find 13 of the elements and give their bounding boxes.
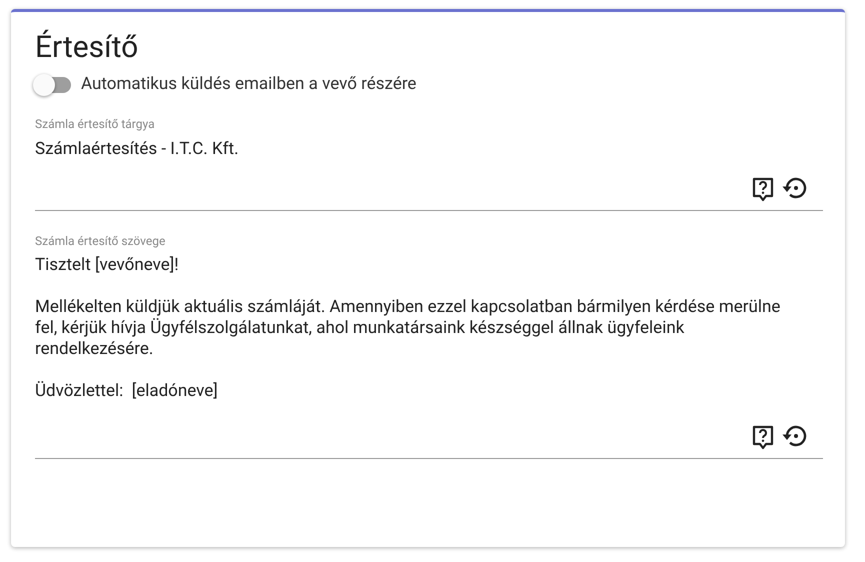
card-title: Értesítő xyxy=(35,30,138,66)
message-paragraph[interactable]: Tisztelt [vevőneve]! xyxy=(35,254,805,276)
field-label: Számla értesítő tárgya xyxy=(35,116,155,132)
reset-icon[interactable] xyxy=(781,424,807,448)
field-label: Számla értesítő szövege xyxy=(35,232,166,248)
toggle-label: Automatikus küldés emailben a vevő részére xyxy=(81,73,416,96)
message-paragraph[interactable]: Mellékelten küldjük aktuális számláját. Amennyiben ezzel kapcsolatban bármilyen kérdése merülne fel, kérjük hívja Ügyfélszolgálatunkat, ahol munkatársaink készséggel állnak ügyfeleink rendelkezésére. xyxy=(35,296,805,360)
toggle-switch[interactable] xyxy=(35,76,71,93)
subject-input-field[interactable]: Számlaértesítés - I.T.C. Kft. xyxy=(35,138,239,160)
reset-icon[interactable] xyxy=(781,176,807,200)
message-paragraph[interactable]: Üdvözlettel: [eladóneve] xyxy=(35,380,805,402)
help-icon[interactable] xyxy=(751,424,775,450)
help-icon[interactable] xyxy=(751,176,775,202)
